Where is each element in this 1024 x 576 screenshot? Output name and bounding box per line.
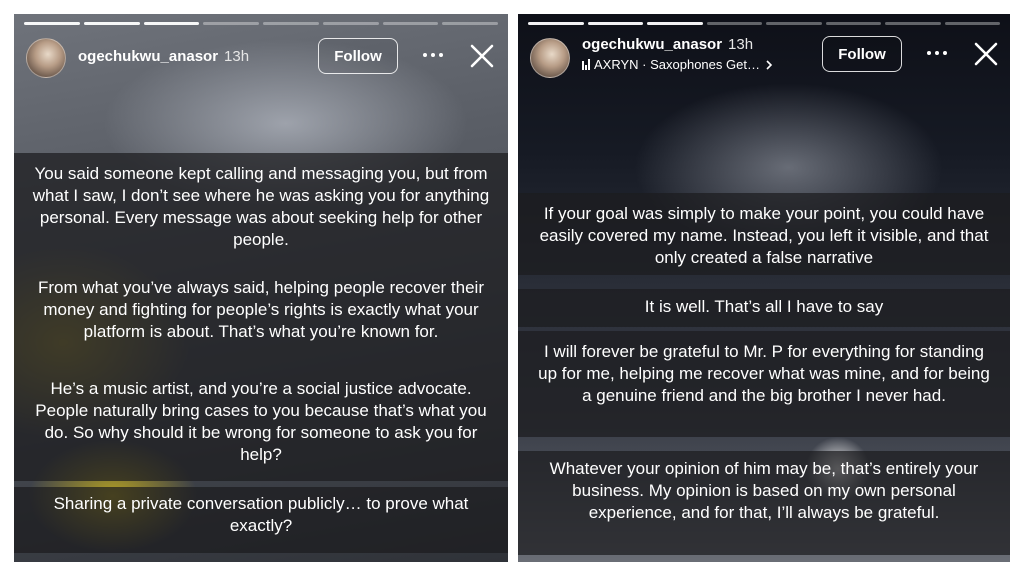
story-text-block: He’s a music artist, and you’re a social… [14, 373, 508, 481]
close-x-icon[interactable] [468, 42, 496, 70]
music-track[interactable]: AXRYN · Saxophones Get… [594, 57, 760, 72]
story-progress-bar [24, 22, 498, 25]
story-panel-left: ogechukwu_anasor 13h Follow You said some… [14, 14, 508, 562]
progress-segment [766, 22, 822, 25]
music-attribution[interactable]: AXRYN · Saxophones Get… [582, 57, 774, 72]
story-progress-bar [528, 22, 1000, 25]
story-text-block: Sharing a private conversation publicly…… [14, 487, 508, 553]
progress-segment [706, 22, 762, 25]
username[interactable]: ogechukwu_anasor 13h [582, 36, 753, 53]
more-dots-icon[interactable] [923, 38, 951, 68]
post-time: 13h [224, 48, 250, 65]
post-time: 13h [728, 36, 754, 53]
username[interactable]: ogechukwu_anasor 13h [78, 48, 249, 65]
progress-segment [442, 22, 498, 25]
story-text-block: If your goal was simply to make your poi… [518, 193, 1010, 275]
progress-segment [322, 22, 379, 25]
progress-segment [587, 22, 643, 25]
progress-segment [647, 22, 703, 25]
story-text-block: It is well. That’s all I have to say [518, 289, 1010, 327]
story-text-block: Whatever your opinion of him may be, tha… [518, 451, 1010, 555]
chevron-right-icon[interactable] [764, 59, 774, 71]
username-text[interactable]: ogechukwu_anasor [78, 48, 218, 65]
progress-segment [825, 22, 881, 25]
progress-segment [885, 22, 941, 25]
music-bars-icon [582, 59, 590, 70]
progress-segment [83, 22, 140, 25]
close-x-icon[interactable] [972, 40, 1000, 68]
avatar[interactable] [530, 38, 570, 78]
follow-button[interactable]: Follow [822, 36, 902, 72]
progress-segment [528, 22, 584, 25]
story-panel-right: ogechukwu_anasor 13h AXRYN · Saxophones G… [518, 14, 1010, 562]
username-text[interactable]: ogechukwu_anasor [582, 36, 722, 53]
more-dots-icon[interactable] [419, 40, 447, 70]
story-text-block: From what you’ve always said, helping pe… [14, 267, 508, 373]
follow-button[interactable]: Follow [318, 38, 398, 74]
progress-segment [24, 22, 80, 25]
story-text-block: You said someone kept calling and messag… [14, 153, 508, 267]
progress-segment [143, 22, 200, 25]
story-text-block: I will forever be grateful to Mr. P for … [518, 331, 1010, 437]
progress-segment [203, 22, 259, 25]
progress-segment [263, 22, 319, 25]
progress-segment [944, 22, 1000, 25]
avatar[interactable] [26, 38, 66, 78]
progress-segment [382, 22, 439, 25]
